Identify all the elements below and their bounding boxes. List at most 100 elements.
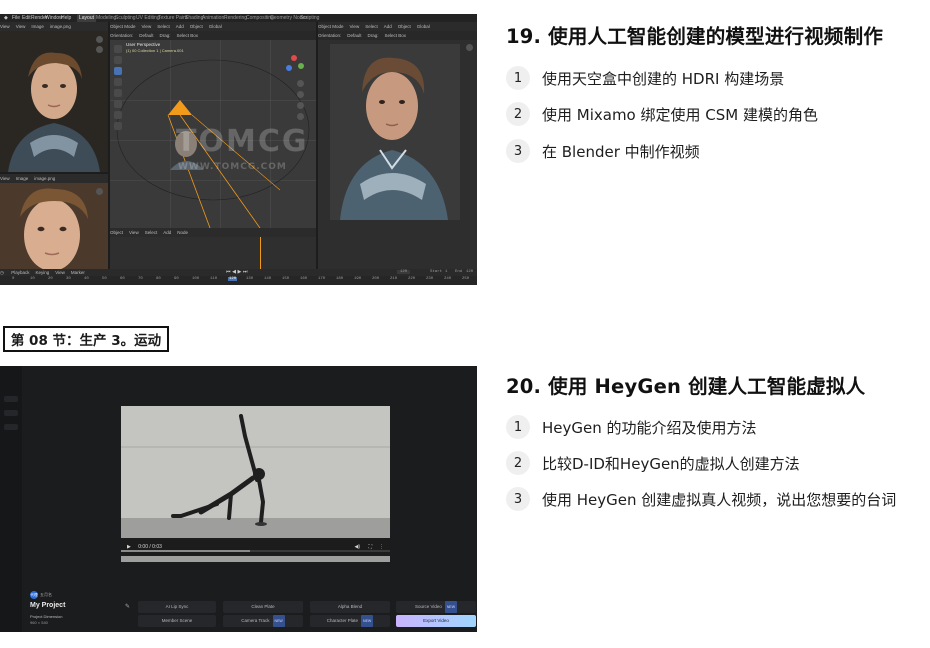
sidebar-item[interactable]: [4, 424, 18, 430]
item-text: 比较D-ID和HeyGen的虚拟人创建方法: [542, 454, 800, 473]
node-view-menu[interactable]: View: [129, 230, 139, 235]
play-controls-icon[interactable]: ⏮ ◀ ▶ ⏭: [226, 269, 247, 276]
fullscreen-icon[interactable]: ⛶: [368, 538, 372, 556]
member-scene-button[interactable]: Member Scene: [138, 615, 216, 627]
transform-tool-icon[interactable]: [114, 100, 122, 108]
item-number: 1: [506, 66, 530, 90]
view-menu-vp[interactable]: View: [142, 24, 152, 29]
timeline-tick: 140: [264, 277, 272, 281]
scale-tool-icon[interactable]: [114, 89, 122, 97]
timeline-clock-icon[interactable]: ◷: [0, 270, 4, 275]
start-field[interactable]: 1: [445, 270, 447, 274]
camera-view-icon[interactable]: [297, 102, 304, 109]
view-menu[interactable]: View: [0, 24, 10, 29]
keying-menu[interactable]: Keying: [35, 270, 49, 275]
image-editor-top: [0, 31, 108, 172]
portrait-image-top: [0, 31, 108, 172]
object-menu-vp[interactable]: Object: [190, 24, 203, 29]
cursor-tool-icon[interactable]: [114, 45, 122, 53]
video-progress-track[interactable]: [121, 550, 390, 552]
sidebar-item[interactable]: [4, 410, 18, 416]
render-add-menu[interactable]: Add: [384, 24, 392, 29]
image-menu-2[interactable]: Image: [16, 176, 29, 181]
node-editor[interactable]: [110, 237, 316, 269]
blender-logo-icon[interactable]: ◆: [4, 14, 8, 22]
render-zoom-icon[interactable]: [466, 44, 473, 51]
project-title[interactable]: My Project: [30, 602, 65, 609]
alpha-blend-button[interactable]: Alpha Blend: [310, 601, 390, 613]
edit-pencil-icon[interactable]: ✎: [125, 603, 130, 610]
render-global[interactable]: Global: [417, 24, 430, 29]
video-controls[interactable]: ▶ 0:00 / 0:03 ◀) ⛶ ⋮: [121, 538, 390, 556]
timeline-tick: 30: [66, 277, 71, 281]
annotate-tool-icon[interactable]: [114, 111, 122, 119]
timeline-tick: 190: [354, 277, 362, 281]
item-number: 2: [506, 451, 530, 475]
measure-tool-icon[interactable]: [114, 122, 122, 130]
node-object-menu[interactable]: Object: [110, 230, 123, 235]
global-dropdown[interactable]: Global: [209, 24, 222, 29]
timeline-tick: 220: [408, 277, 416, 281]
pan-view-icon[interactable]: [297, 91, 304, 98]
hand-icon[interactable]: [96, 46, 103, 53]
object-mode-dropdown[interactable]: Object Mode: [110, 24, 136, 29]
render-select-box[interactable]: Select Box: [385, 33, 407, 38]
select-menu-vp[interactable]: Select: [157, 24, 170, 29]
source-video-button[interactable]: Source Video NEW: [396, 601, 476, 613]
camera-track-button[interactable]: Camera Track NEW: [223, 615, 303, 627]
ai-lip-sync-button[interactable]: AI Lip Sync: [138, 601, 216, 613]
zoom-icon[interactable]: [96, 36, 103, 43]
image-name[interactable]: image.png: [50, 24, 71, 29]
playhead[interactable]: 120: [228, 277, 238, 281]
rotate-tool-icon[interactable]: [114, 78, 122, 86]
add-menu-vp[interactable]: Add: [176, 24, 184, 29]
timeline-ruler[interactable]: 0 10 20 30 40 50 60 70 80 90 100 110 120…: [0, 277, 477, 285]
viewport-tool-header: Orientation: Default Drag: Select Box: [110, 31, 316, 40]
timeline[interactable]: ◷ Playback Keying View Marker ⏮ ◀ ▶ ⏭ 120 S…: [0, 269, 477, 285]
character-plate-button[interactable]: Character Plate NEW: [310, 615, 390, 627]
end-field[interactable]: 120: [466, 270, 473, 274]
start-label: Start: [430, 270, 443, 274]
render-object-mode[interactable]: Object Mode: [318, 24, 344, 29]
tab-scripting[interactable]: Scripting: [298, 14, 321, 22]
render-select-menu[interactable]: Select: [365, 24, 378, 29]
image-name-2[interactable]: image.png: [34, 176, 55, 181]
image-menu[interactable]: Image: [31, 24, 44, 29]
portrait-image-bottom: [0, 183, 108, 269]
render-object-menu[interactable]: Object: [398, 24, 411, 29]
volume-icon[interactable]: ◀): [354, 538, 360, 556]
zoom-view-icon[interactable]: [297, 80, 304, 87]
timeline-view-menu[interactable]: View: [55, 270, 65, 275]
new-tag: NEW: [272, 615, 285, 627]
menu-help[interactable]: Help: [61, 14, 71, 22]
view-menu-2[interactable]: View: [16, 24, 26, 29]
export-video-button[interactable]: Export Video: [396, 615, 476, 627]
select-tool-icon[interactable]: [114, 56, 122, 64]
section-20-title: 20. 使用 HeyGen 创建人工智能虚拟人: [506, 375, 866, 398]
perspective-toggle-icon[interactable]: [297, 113, 304, 120]
navigation-gizmo-icon[interactable]: [284, 54, 304, 74]
menu-file[interactable]: File: [12, 14, 20, 22]
timeline-tick: 50: [102, 277, 107, 281]
timeline-tick: 150: [282, 277, 290, 281]
render-orientation[interactable]: Default: [347, 33, 361, 38]
timeline-tick: 0: [12, 277, 15, 281]
avatar[interactable]: 代理: [30, 591, 38, 599]
node-add-menu[interactable]: Add: [163, 230, 171, 235]
clean-plate-button[interactable]: Clean Plate: [223, 601, 303, 613]
node-select-menu[interactable]: Select: [145, 230, 158, 235]
view-menu-3[interactable]: View: [0, 176, 10, 181]
select-box-dropdown[interactable]: Select Box: [177, 33, 199, 38]
sidebar-item[interactable]: [4, 396, 18, 402]
current-frame-field[interactable]: 120: [397, 270, 411, 274]
render-view-menu[interactable]: View: [350, 24, 360, 29]
orientation-dropdown[interactable]: Default: [139, 33, 153, 38]
more-options-icon[interactable]: ⋮: [379, 538, 384, 556]
menu-edit[interactable]: Edit: [22, 14, 31, 22]
move-tool-icon[interactable]: [114, 67, 122, 75]
node-editor-header: Object View Select Add Node: [110, 228, 316, 237]
node-node-menu[interactable]: Node: [177, 230, 188, 235]
marker-menu[interactable]: Marker: [71, 270, 85, 275]
zoom-icon-2[interactable]: [96, 188, 103, 195]
playback-menu[interactable]: Playback: [11, 270, 29, 275]
